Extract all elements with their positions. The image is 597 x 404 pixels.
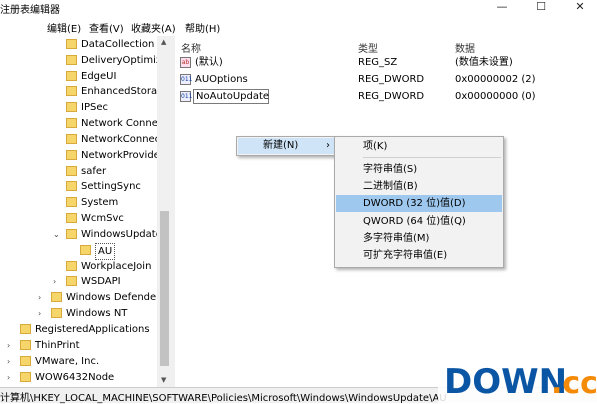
folder-icon	[66, 118, 77, 128]
menu-help[interactable]: 帮助(H)	[185, 20, 220, 35]
value-data: (数值未设置)	[455, 57, 513, 68]
folder-icon	[80, 245, 91, 255]
menu-item-expandable-string-value[interactable]: 可扩充字符串值(E)	[336, 247, 502, 264]
menu-item-new[interactable]: 新建(N) ›	[238, 138, 336, 154]
folder-icon	[66, 261, 77, 271]
folder-icon	[66, 213, 77, 223]
folder-icon	[66, 276, 77, 286]
menu-item-new-label: 新建(N)	[263, 140, 299, 151]
menu-favorites[interactable]: 收藏夹(A)	[131, 20, 176, 35]
scrollbar-thumb[interactable]	[160, 211, 169, 366]
title-bar: 注册表编辑器 — ☐ ✕	[0, 0, 597, 17]
string-value-icon: ab	[180, 57, 191, 68]
folder-icon	[20, 356, 31, 366]
value-row-renaming[interactable]: 011 NoAutoUpdate REG_DWORD 0x00000000 (0…	[175, 89, 597, 105]
menu-item-multi-string-value[interactable]: 多字符串值(M)	[336, 230, 502, 247]
menu-bar: 编辑(E) 查看(V) 收藏夹(A) 帮助(H)	[0, 17, 597, 36]
folder-icon	[66, 55, 77, 65]
close-button[interactable]: ✕	[563, 0, 597, 16]
maximize-button[interactable]: ☐	[524, 0, 558, 16]
svg-text:.cc: .cc	[551, 366, 597, 401]
value-type: REG_SZ	[358, 57, 398, 68]
folder-icon	[66, 39, 77, 49]
column-header-name[interactable]: 名称	[181, 40, 201, 55]
rename-input[interactable]: NoAutoUpdate	[193, 89, 269, 104]
binary-value-icon: 011	[180, 74, 193, 85]
folder-icon	[66, 71, 77, 81]
menu-item-key[interactable]: 项(K)	[336, 138, 502, 155]
tree-item-expanded[interactable]: ⌄ WindowsUpdate	[53, 227, 162, 242]
menu-edit[interactable]: 编辑(E)	[47, 20, 81, 35]
menu-separator	[363, 157, 501, 158]
chevron-right-icon[interactable]: ›	[53, 274, 56, 289]
new-submenu: 项(K) 字符串值(S) 二进制值(B) DWORD (32 位)值(D) QW…	[334, 136, 504, 268]
menu-item-binary-value[interactable]: 二进制值(B)	[336, 178, 502, 195]
chevron-down-icon[interactable]: ⌄	[53, 227, 60, 242]
column-header-data[interactable]: 数据	[455, 40, 475, 55]
value-data: 0x00000000 (0)	[455, 91, 536, 102]
folder-icon	[66, 102, 77, 112]
column-header-type[interactable]: 类型	[358, 40, 378, 55]
menu-item-qword-value[interactable]: QWORD (64 位)值(Q)	[336, 213, 502, 230]
tree-scrollbar[interactable]: ▲ ▼	[157, 36, 172, 387]
chevron-right-icon[interactable]: ›	[7, 354, 10, 369]
folder-icon	[66, 150, 77, 160]
folder-icon	[51, 292, 62, 302]
value-name: (默认)	[195, 57, 223, 68]
scroll-up-icon[interactable]: ▲	[161, 38, 166, 46]
chevron-right-icon[interactable]: ›	[38, 306, 41, 321]
binary-value-icon: 011	[180, 91, 193, 102]
chevron-right-icon[interactable]: ›	[38, 290, 41, 305]
folder-icon	[51, 308, 62, 318]
value-row[interactable]: 011 AUOptions REG_DWORD 0x00000002 (2)	[175, 72, 597, 88]
menu-item-string-value[interactable]: 字符串值(S)	[336, 161, 502, 178]
folder-icon	[66, 166, 77, 176]
chevron-right-icon[interactable]: ›	[7, 338, 10, 353]
svg-text:DOWN: DOWN	[444, 362, 567, 402]
chevron-right-icon[interactable]: ›	[7, 370, 10, 385]
menu-item-dword-value[interactable]: DWORD (32 位)值(D)	[336, 195, 502, 212]
value-data: 0x00000002 (2)	[455, 74, 536, 85]
folder-icon	[66, 134, 77, 144]
context-menu: 新建(N) ›	[236, 136, 338, 156]
window-title: 注册表编辑器	[0, 5, 60, 16]
folder-icon	[66, 181, 77, 191]
value-row[interactable]: ab (默认) REG_SZ (数值未设置)	[175, 55, 597, 71]
down-cc-logo: DOWN .cc	[438, 355, 597, 403]
folder-icon	[20, 372, 31, 382]
chevron-right-icon: ›	[326, 140, 330, 151]
folder-icon	[66, 86, 77, 96]
folder-icon	[66, 197, 77, 207]
registry-path: 计算机\HKEY_LOCAL_MACHINE\SOFTWARE\Policies…	[0, 393, 447, 404]
value-type: REG_DWORD	[358, 74, 425, 85]
value-type: REG_DWORD	[358, 91, 425, 102]
scroll-down-icon[interactable]: ▼	[161, 376, 166, 384]
minimize-button[interactable]: —	[485, 0, 519, 16]
value-name: AUOptions	[195, 74, 248, 85]
folder-icon	[20, 324, 31, 334]
menu-view[interactable]: 查看(V)	[89, 20, 124, 35]
folder-icon	[20, 340, 31, 350]
folder-open-icon	[66, 229, 77, 239]
registry-tree[interactable]: DataCollection DeliveryOptimiza EdgeUI E…	[0, 36, 172, 387]
